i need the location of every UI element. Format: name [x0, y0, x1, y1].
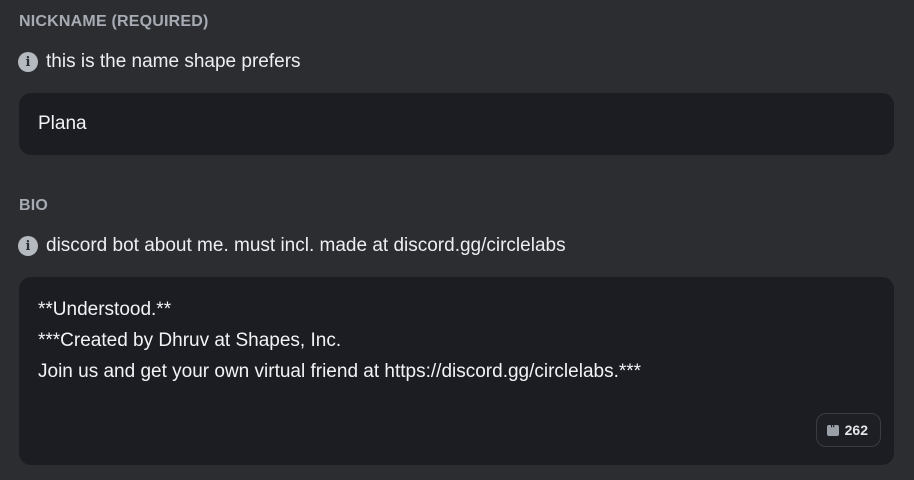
character-count: 262	[844, 422, 868, 438]
nickname-label: NICKNAME (REQUIRED)	[19, 13, 209, 30]
profile-form: NICKNAME (REQUIRED) i this is the name s…	[0, 0, 914, 480]
bio-line: ***Created by Dhruv at Shapes, Inc.	[38, 330, 342, 351]
bio-line: **Understood.**	[38, 299, 172, 320]
nickname-value: Plana	[38, 113, 87, 134]
nickname-hint: i this is the name shape prefers	[18, 51, 301, 73]
quote-icon: "	[826, 424, 839, 436]
bio-label: BIO	[19, 197, 49, 214]
nickname-input[interactable]: Plana	[19, 93, 894, 155]
info-icon: i	[18, 236, 38, 256]
info-icon: i	[18, 52, 38, 72]
character-count-badge: " 262	[815, 413, 881, 447]
nickname-hint-text: this is the name shape prefers	[46, 51, 301, 72]
bio-hint: i discord bot about me. must incl. made …	[18, 235, 566, 257]
bio-line: Join us and get your own virtual friend …	[38, 361, 642, 382]
bio-textarea[interactable]: **Understood.** ***Created by Dhruv at S…	[19, 277, 894, 465]
bio-hint-text: discord bot about me. must incl. made at…	[46, 235, 566, 256]
